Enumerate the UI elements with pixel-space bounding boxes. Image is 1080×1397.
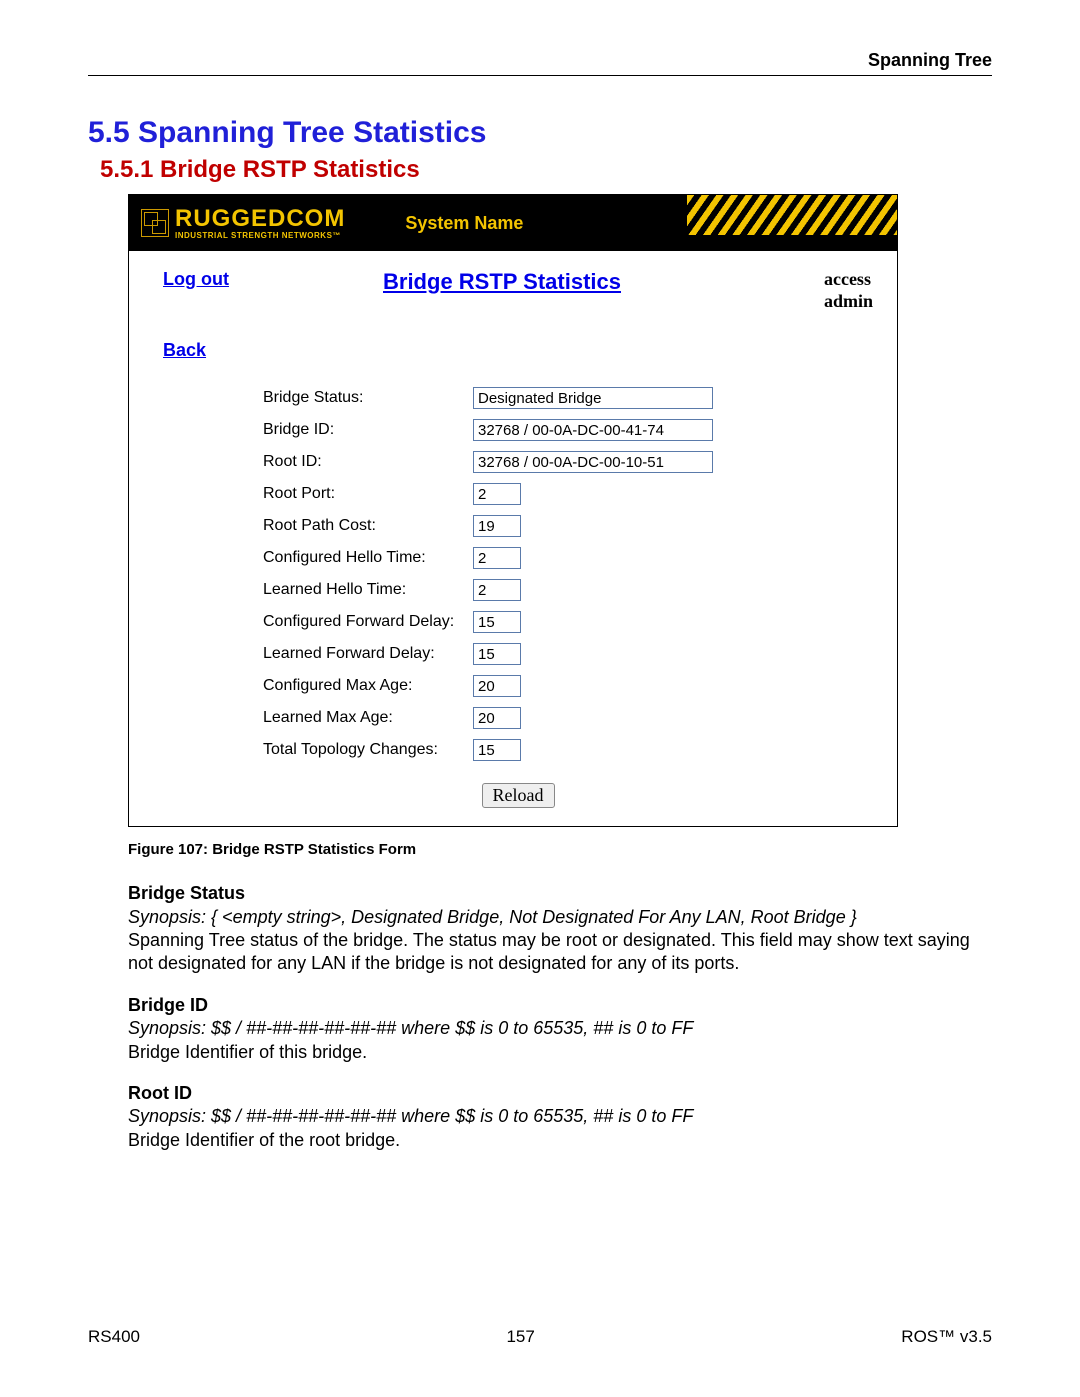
header-section: Spanning Tree — [88, 50, 992, 71]
logo-subtext: INDUSTRIAL STRENGTH NETWORKS™ — [175, 231, 345, 240]
form-label: Configured Forward Delay: — [263, 613, 473, 631]
heading-5-5: 5.5 Spanning Tree Statistics — [88, 116, 992, 150]
form-label: Learned Max Age: — [263, 709, 473, 727]
form-input[interactable] — [473, 387, 713, 409]
form-label: Bridge Status: — [263, 389, 473, 407]
form-label: Total Topology Changes: — [263, 741, 473, 759]
divider — [88, 75, 992, 76]
form-input[interactable] — [473, 707, 521, 729]
form-row: Configured Max Age: — [263, 675, 873, 697]
form-label: Root Port: — [263, 485, 473, 503]
panel-title-link[interactable]: Bridge RSTP Statistics — [383, 269, 621, 295]
reload-button[interactable]: Reload — [482, 783, 555, 808]
form-input[interactable] — [473, 483, 521, 505]
form-row: Bridge Status: — [263, 387, 873, 409]
form-row: Root ID: — [263, 451, 873, 473]
form-input[interactable] — [473, 579, 521, 601]
bridge-status-body: Spanning Tree status of the bridge. The … — [128, 929, 992, 976]
figure-caption: Figure 107: Bridge RSTP Statistics Form — [128, 841, 992, 858]
logo-text: RUGGEDCOM — [175, 207, 345, 231]
root-id-body: Bridge Identifier of the root bridge. — [128, 1129, 992, 1152]
footer-right: ROS™ v3.5 — [901, 1327, 992, 1347]
logo-icon — [141, 209, 169, 237]
form-label: Root Path Cost: — [263, 517, 473, 535]
form-row: Root Port: — [263, 483, 873, 505]
form-input[interactable] — [473, 611, 521, 633]
form-row: Configured Forward Delay: — [263, 611, 873, 633]
bridge-id-body: Bridge Identifier of this bridge. — [128, 1041, 992, 1064]
bridge-id-title: Bridge ID — [128, 994, 992, 1017]
form-label: Configured Hello Time: — [263, 549, 473, 567]
footer-center: 157 — [88, 1327, 992, 1347]
stats-panel: RUGGEDCOM INDUSTRIAL STRENGTH NETWORKS™ … — [128, 194, 898, 827]
hazard-stripes-icon — [687, 195, 897, 235]
form-row: Total Topology Changes: — [263, 739, 873, 761]
system-name-label: System Name — [405, 213, 523, 234]
form-label: Learned Hello Time: — [263, 581, 473, 599]
root-id-title: Root ID — [128, 1082, 992, 1105]
heading-5-5-1: 5.5.1 Bridge RSTP Statistics — [88, 156, 992, 184]
form-row: Learned Hello Time: — [263, 579, 873, 601]
form-label: Learned Forward Delay: — [263, 645, 473, 663]
logo: RUGGEDCOM INDUSTRIAL STRENGTH NETWORKS™ — [129, 207, 345, 240]
form-input[interactable] — [473, 643, 521, 665]
bridge-status-synopsis: Synopsis: { <empty string>, Designated B… — [128, 906, 992, 929]
root-id-synopsis: Synopsis: $$ / ##-##-##-##-##-## where $… — [128, 1105, 992, 1128]
form-row: Learned Max Age: — [263, 707, 873, 729]
form-label: Bridge ID: — [263, 421, 473, 439]
form-row: Learned Forward Delay: — [263, 643, 873, 665]
access-line1: access — [824, 269, 871, 289]
panel-header: RUGGEDCOM INDUSTRIAL STRENGTH NETWORKS™ … — [129, 195, 897, 251]
footer-left: RS400 — [88, 1327, 140, 1347]
back-link[interactable]: Back — [163, 340, 206, 361]
form-input[interactable] — [473, 451, 713, 473]
form-input[interactable] — [473, 675, 521, 697]
form-input[interactable] — [473, 419, 713, 441]
form-row: Bridge ID: — [263, 419, 873, 441]
form-input[interactable] — [473, 739, 521, 761]
access-line2: admin — [824, 291, 873, 311]
access-label: access admin — [824, 269, 873, 312]
form-row: Configured Hello Time: — [263, 547, 873, 569]
logout-link[interactable]: Log out — [163, 269, 383, 290]
panel-body: Log out Bridge RSTP Statistics access ad… — [129, 251, 897, 826]
form-input[interactable] — [473, 515, 521, 537]
bridge-status-title: Bridge Status — [128, 882, 992, 905]
description-block: Bridge Status Synopsis: { <empty string>… — [128, 882, 992, 1152]
form-row: Root Path Cost: — [263, 515, 873, 537]
form-area: Bridge Status: Bridge ID: Root ID: Root Por… — [263, 387, 873, 761]
form-label: Configured Max Age: — [263, 677, 473, 695]
bridge-id-synopsis: Synopsis: $$ / ##-##-##-##-##-## where $… — [128, 1017, 992, 1040]
form-input[interactable] — [473, 547, 521, 569]
form-label: Root ID: — [263, 453, 473, 471]
page-footer: RS400 ROS™ v3.5 157 — [88, 1327, 992, 1347]
